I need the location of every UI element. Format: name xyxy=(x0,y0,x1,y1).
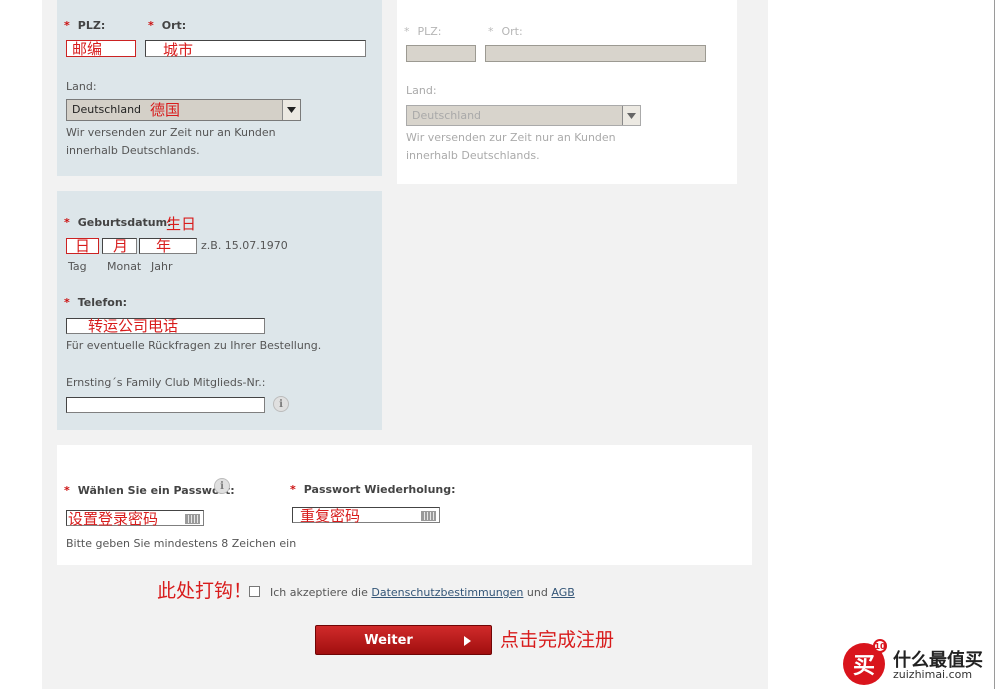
privacy-link[interactable]: Datenschutzbestimmungen xyxy=(371,586,523,599)
club-label: Ernsting´s Family Club Mitglieds-Nr.: xyxy=(66,376,266,389)
alt-plz-label: * PLZ: xyxy=(404,25,442,38)
keyboard-icon xyxy=(185,514,200,524)
ort-annotation: 城市 xyxy=(163,41,194,59)
land-selected-value: Deutschland xyxy=(72,103,142,116)
plz-label: * PLZ: xyxy=(64,19,106,32)
month-label: Monat xyxy=(107,260,142,273)
month-annotation: 月 xyxy=(113,237,129,255)
ort-label: * Ort: xyxy=(148,19,187,32)
submit-button-label: Weiter xyxy=(364,632,413,648)
club-input[interactable] xyxy=(66,397,265,413)
alt-land-label: Land: xyxy=(406,84,437,97)
info-icon[interactable]: i xyxy=(214,478,230,494)
password-repeat-annotation: 重复密码 xyxy=(300,507,361,525)
alt-land-selected-value: Deutschland xyxy=(412,109,482,122)
password-label: * Wählen Sie ein Passwort: xyxy=(64,484,235,497)
alt-plz-input[interactable] xyxy=(406,45,476,62)
alt-land-note: Wir versenden zur Zeit nur an Kunden inn… xyxy=(406,131,616,162)
birthday-annotation: 生日 xyxy=(166,215,197,233)
land-note: Wir versenden zur Zeit nur an Kunden inn… xyxy=(66,126,276,157)
year-label: Jahr xyxy=(151,260,173,273)
alt-ort-input[interactable] xyxy=(485,45,706,62)
play-arrow-icon xyxy=(464,636,471,646)
submit-annotation: 点击完成注册 xyxy=(500,629,615,651)
chevron-down-icon xyxy=(282,100,300,120)
chevron-down-icon xyxy=(622,106,640,125)
window-border xyxy=(994,0,995,689)
info-icon[interactable]: i xyxy=(273,396,289,412)
password-note: Bitte geben Sie mindestens 8 Zeichen ein xyxy=(66,537,297,550)
land-label: Land: xyxy=(66,80,97,93)
password-repeat-label: * Passwort Wiederholung: xyxy=(290,483,456,496)
agb-link[interactable]: AGB xyxy=(551,586,574,599)
submit-button[interactable]: Weiter xyxy=(315,625,492,655)
terms-text: Ich akzeptiere die Datenschutzbestimmung… xyxy=(270,586,575,599)
day-label: Tag xyxy=(68,260,87,273)
keyboard-icon xyxy=(421,511,436,521)
land-annotation: 德国 xyxy=(150,101,181,119)
day-annotation: 日 xyxy=(75,237,91,255)
phone-label: * Telefon: xyxy=(64,296,128,309)
land-select[interactable]: Deutschland xyxy=(66,99,301,121)
terms-checkbox[interactable] xyxy=(249,586,260,597)
year-annotation: 年 xyxy=(156,237,172,255)
watermark-url: zuizhimai.com xyxy=(893,668,973,681)
alt-land-select[interactable]: Deutschland xyxy=(406,105,641,126)
phone-annotation: 转运公司电话 xyxy=(88,317,179,335)
phone-note: Für eventuelle Rückfragen zu Ihrer Beste… xyxy=(66,339,322,352)
watermark-badge: 10 xyxy=(873,639,887,653)
terms-annotation: 此处打钩！ xyxy=(157,580,253,602)
alt-ort-label: * Ort: xyxy=(488,25,523,38)
password-annotation: 设置登录密码 xyxy=(68,510,159,528)
plz-annotation: 邮编 xyxy=(72,40,103,58)
birthday-example: z.B. 15.07.1970 xyxy=(201,239,288,252)
birthday-label: * Geburtsdatum: xyxy=(64,216,172,229)
